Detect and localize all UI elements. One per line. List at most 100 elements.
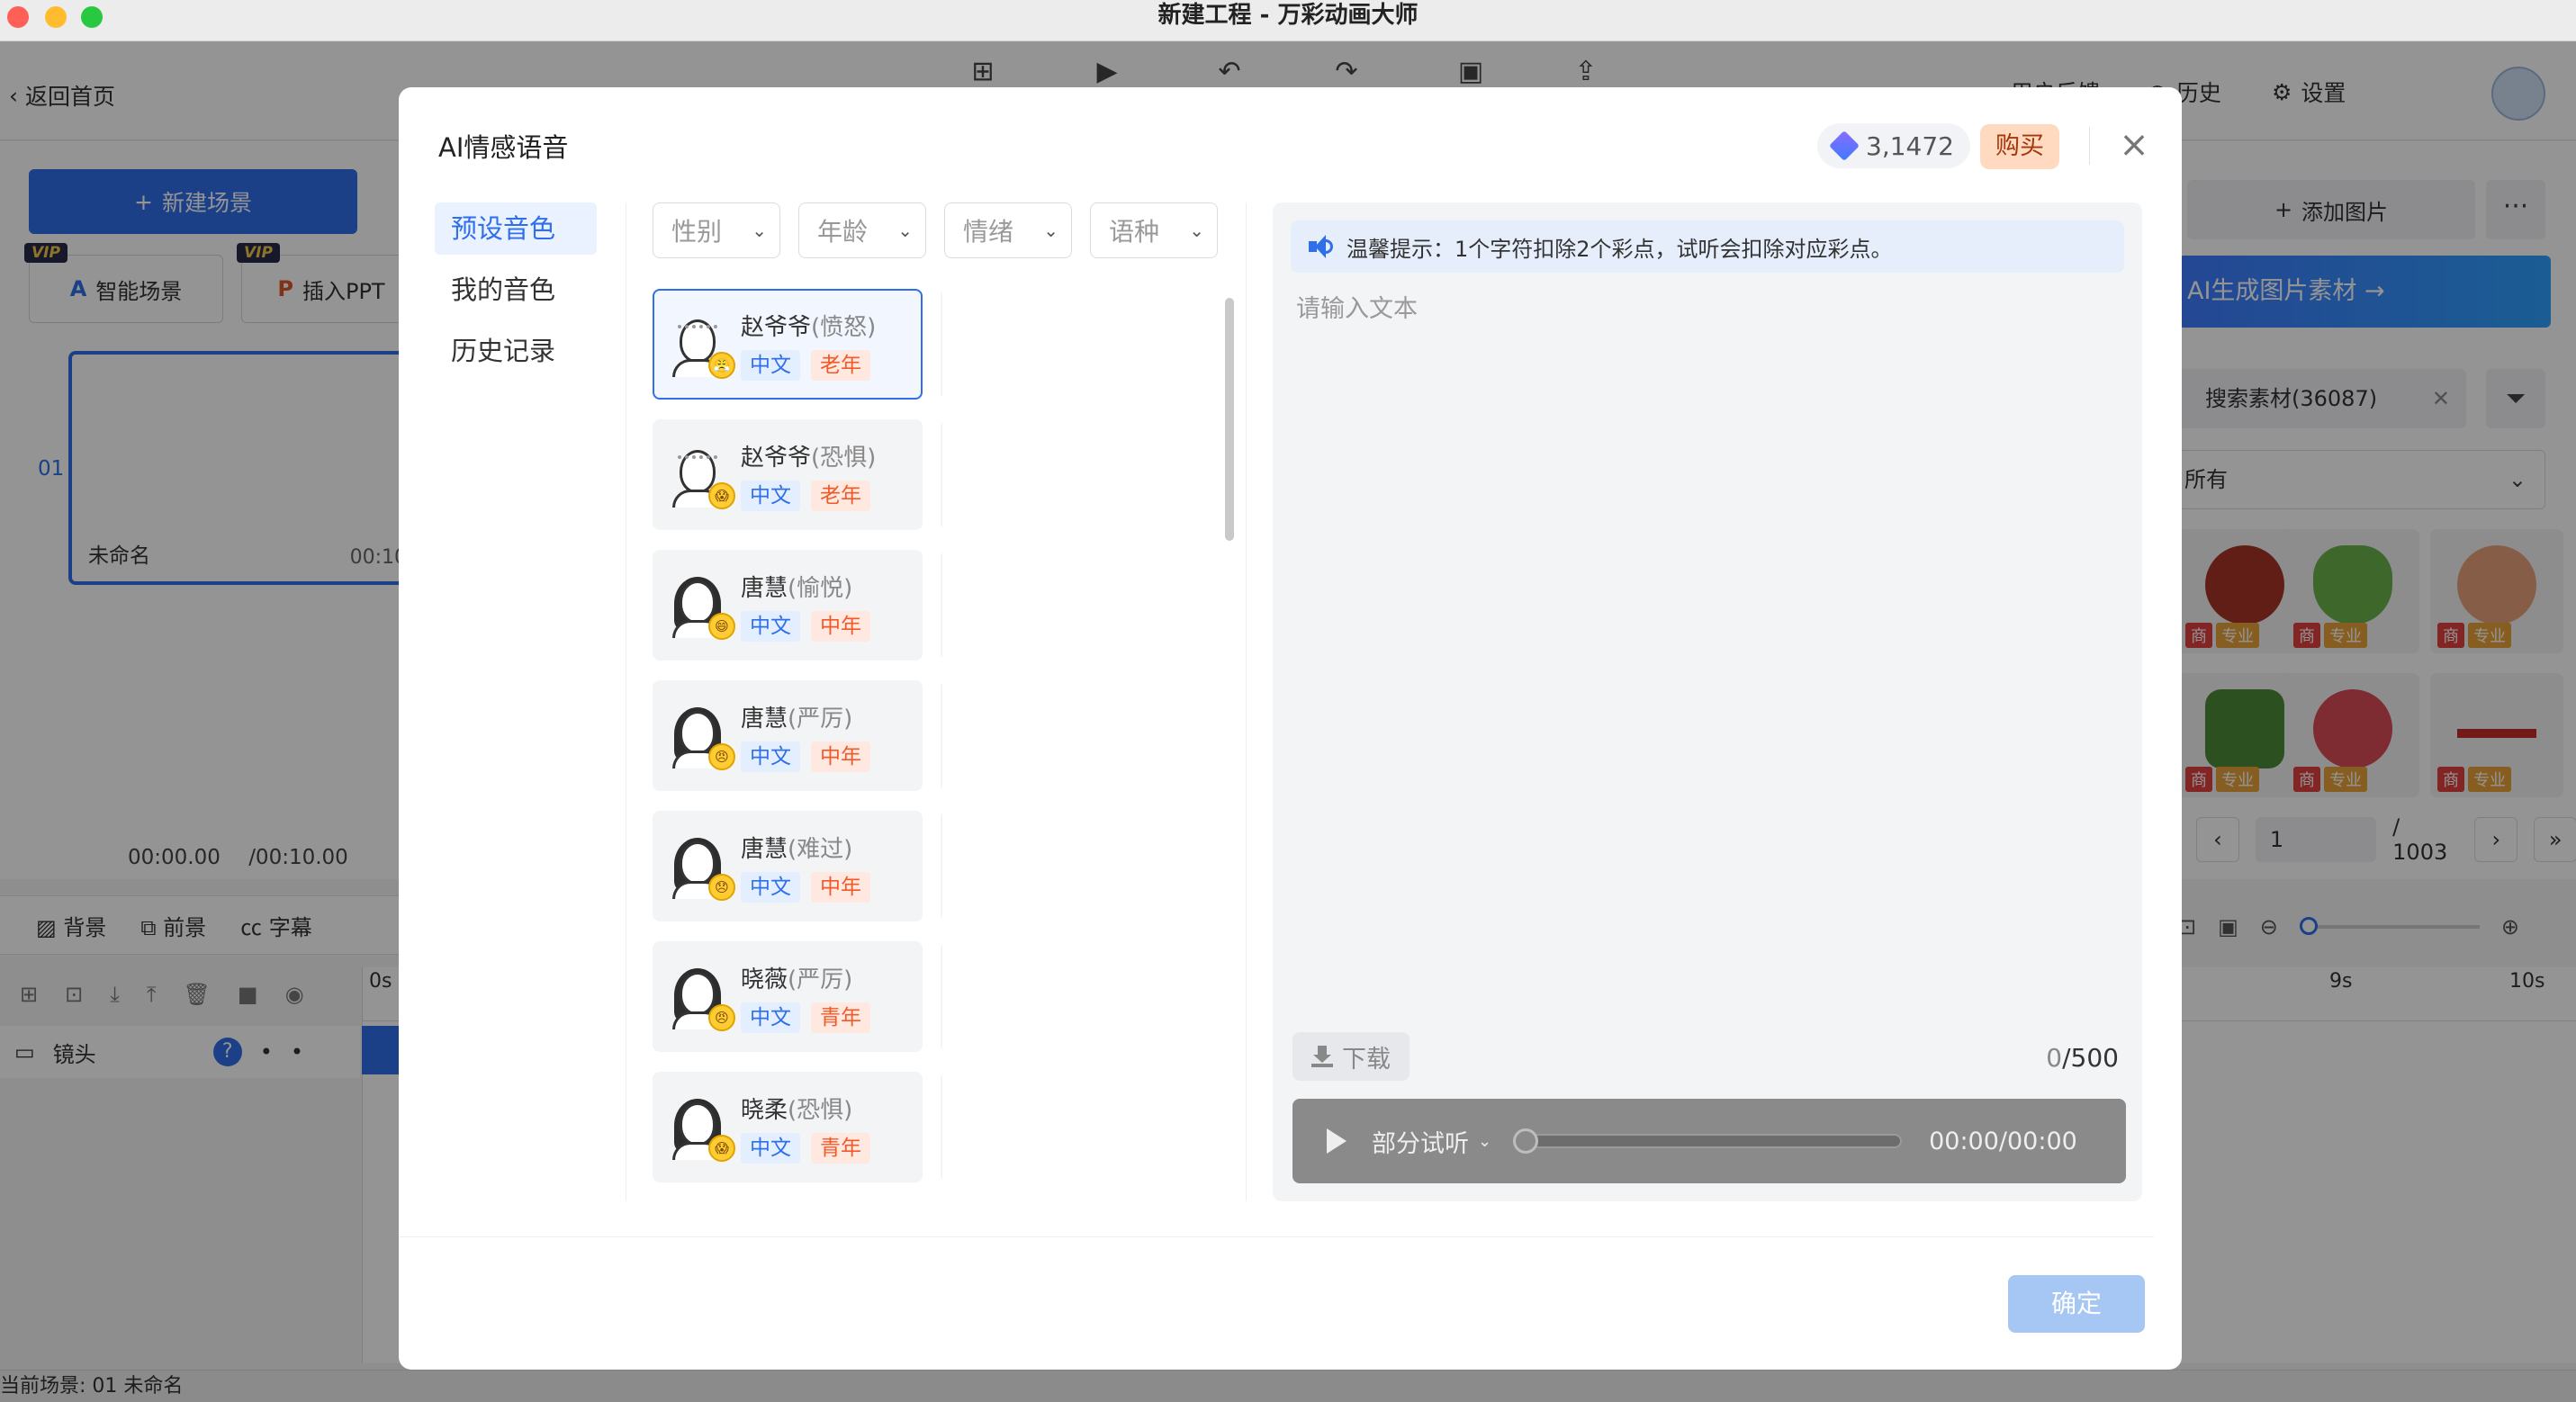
chevron-down-icon: ⌄ xyxy=(752,220,767,241)
voice-card[interactable]: 😄 唐慧(愉悦) 中文 中年 xyxy=(653,550,923,661)
age-tag: 青年 xyxy=(811,1133,870,1164)
filter-emotion-label: 情绪 xyxy=(963,217,1014,247)
confirm-button[interactable]: 确定 xyxy=(2008,1275,2145,1333)
voice-card[interactable]: 😠 晓薇(严厉) 中文 青年 xyxy=(653,941,923,1052)
voice-name: 唐慧(严厉) xyxy=(741,700,852,733)
char-counter: 0/500 xyxy=(2046,1043,2119,1073)
voice-emotion-text: (严厉) xyxy=(788,705,853,732)
age-tag: 老年 xyxy=(811,350,870,381)
chevron-down-icon: ⌄ xyxy=(1478,1131,1492,1151)
girl-stern-avatar: 😠 xyxy=(671,968,735,1031)
preview-player: 部分试听 ⌄ 00:00/00:00 xyxy=(1293,1099,2126,1183)
buy-button[interactable]: 购买 xyxy=(1980,124,2059,169)
ai-voice-dialog: AI情感语音 3,1472 购买 × 预设音色 我的音色 历史记录 性别 ⌄ 年龄… xyxy=(399,87,2182,1370)
voice-card[interactable]: 😊唐慧(温柔)中文中年 xyxy=(941,811,942,921)
chevron-down-icon: ⌄ xyxy=(1043,220,1058,241)
divider xyxy=(2089,127,2090,165)
voice-card[interactable]: 😕赵爷爷(厌恶)中文老年 xyxy=(941,289,942,400)
voice-card[interactable]: 😠 唐慧(严厉) 中文 中年 xyxy=(653,680,923,791)
filter-age-label: 年龄 xyxy=(817,217,869,247)
voice-text-input[interactable] xyxy=(1296,289,2106,919)
emotion-emoji-icon: 😠 xyxy=(708,743,735,770)
age-tag: 青年 xyxy=(811,1002,870,1033)
voice-card[interactable]: 😤唐慧(愤怒)中文中年 xyxy=(941,680,942,791)
filter-emotion[interactable]: 情绪 ⌄ xyxy=(944,202,1072,258)
age-tag: 中年 xyxy=(811,872,870,903)
girl-fear-avatar: 😱 xyxy=(671,1099,735,1162)
voice-name-text: 赵爷爷 xyxy=(741,445,812,472)
voice-name-text: 晓薇 xyxy=(741,966,788,993)
language-tag: 中文 xyxy=(741,741,800,772)
voice-tags: 中文 中年 xyxy=(741,611,870,642)
voice-card[interactable]: 😄晓薇(愉悦)中文青年 xyxy=(941,1072,942,1182)
emotion-emoji-icon: 😤 xyxy=(708,352,735,379)
voice-source-nav: 预设音色 我的音色 历史记录 xyxy=(435,202,597,386)
language-tag: 中文 xyxy=(741,611,800,642)
download-button[interactable]: 下载 xyxy=(1293,1032,1410,1081)
woman-happy-avatar: 😄 xyxy=(671,577,735,640)
filter-gender-label: 性别 xyxy=(671,217,723,247)
voice-name-text: 唐慧 xyxy=(741,705,788,732)
playback-time: 00:00/00:00 xyxy=(1929,1127,2077,1155)
credits-value: 3,1472 xyxy=(1866,130,1954,161)
nav-my-voices[interactable]: 我的音色 xyxy=(435,264,597,316)
woman-sad-avatar: 😞 xyxy=(671,838,735,901)
voice-card[interactable]: 😱 晓柔(恐惧) 中文 青年 xyxy=(653,1072,923,1182)
chevron-down-icon: ⌄ xyxy=(1189,220,1204,241)
divider xyxy=(1246,202,1247,1201)
play-icon[interactable] xyxy=(1327,1128,1347,1154)
nav-history[interactable]: 历史记录 xyxy=(435,325,597,377)
voice-name-text: 唐慧 xyxy=(741,836,788,863)
voice-name-text: 赵爷爷 xyxy=(741,314,812,341)
tip-text: 温馨提示：1个字符扣除2个彩点，试听会扣除对应彩点。 xyxy=(1347,236,1893,262)
voice-emotion-text: (难过) xyxy=(788,836,853,863)
filter-age[interactable]: 年龄 ⌄ xyxy=(798,202,926,258)
download-icon xyxy=(1311,1046,1333,1067)
speaker-icon xyxy=(1309,235,1334,258)
voice-grid: 😤赵爷爷(愤怒)中文老年😕赵爷爷(厌恶)中文老年😱赵爷爷(恐惧)中文老年😠赵爷爷… xyxy=(653,289,942,1182)
voice-tags: 中文 中年 xyxy=(741,741,870,772)
old-man-fear-avatar: 😱 xyxy=(671,450,735,509)
voice-card[interactable]: 😤 赵爷爷(愤怒) 中文 老年 xyxy=(653,289,923,400)
close-icon[interactable]: × xyxy=(2113,125,2155,166)
voice-name: 晓薇(严厉) xyxy=(741,961,852,994)
voice-card[interactable]: 😱 赵爷爷(恐惧) 中文 老年 xyxy=(653,419,923,530)
playback-progress[interactable] xyxy=(1513,1128,1903,1154)
emotion-emoji-icon: 😄 xyxy=(708,613,735,640)
partial-preview-select[interactable]: 部分试听 ⌄ xyxy=(1372,1124,1491,1159)
voice-emotion-text: (严厉) xyxy=(788,966,853,993)
voice-name: 晓柔(恐惧) xyxy=(741,1092,852,1125)
voice-name-text: 晓柔 xyxy=(741,1097,788,1124)
diamond-icon xyxy=(1829,130,1860,161)
old-man-angry-avatar: 😤 xyxy=(671,319,735,379)
filter-language-label: 语种 xyxy=(1109,217,1160,247)
partial-preview-label: 部分试听 xyxy=(1372,1129,1469,1158)
age-tag: 中年 xyxy=(811,611,870,642)
voice-list[interactable]: 😤赵爷爷(愤怒)中文老年😕赵爷爷(厌恶)中文老年😱赵爷爷(恐惧)中文老年😠赵爷爷… xyxy=(653,289,942,1201)
chevron-down-icon: ⌄ xyxy=(897,220,913,241)
nav-preset-voices[interactable]: 预设音色 xyxy=(435,202,597,255)
voice-name: 唐慧(难过) xyxy=(741,831,852,864)
language-tag: 中文 xyxy=(741,872,800,903)
voice-card[interactable]: 😠赵爷爷(严厉)中文老年 xyxy=(941,419,942,530)
voice-card[interactable]: 😞 唐慧(难过) 中文 中年 xyxy=(653,811,923,921)
playback-knob[interactable] xyxy=(1513,1128,1539,1154)
voice-filters: 性别 ⌄ 年龄 ⌄ 情绪 ⌄ 语种 ⌄ xyxy=(653,202,1218,258)
voice-list-scrollbar[interactable] xyxy=(1225,298,1234,541)
emotion-emoji-icon: 😱 xyxy=(708,1135,735,1162)
filter-language[interactable]: 语种 ⌄ xyxy=(1090,202,1218,258)
language-tag: 中文 xyxy=(741,1133,800,1164)
voice-emotion-text: (愉悦) xyxy=(788,575,853,602)
download-label: 下载 xyxy=(1342,1045,1391,1074)
voice-tags: 中文 中年 xyxy=(741,872,870,903)
voice-card[interactable]: 😣晓薇(不满)中文青年 xyxy=(941,941,942,1052)
tip-banner: 温馨提示：1个字符扣除2个彩点，试听会扣除对应彩点。 xyxy=(1291,220,2124,273)
voice-tags: 中文 青年 xyxy=(741,1002,870,1033)
voice-card[interactable]: 😬唐慧(紧张)中文中年 xyxy=(941,550,942,661)
voice-emotion-text: (愤怒) xyxy=(811,314,877,341)
credits-balance: 3,1472 xyxy=(1817,123,1970,168)
emotion-emoji-icon: 😠 xyxy=(708,1004,735,1031)
voice-name: 赵爷爷(恐惧) xyxy=(741,439,876,472)
filter-gender[interactable]: 性别 ⌄ xyxy=(653,202,780,258)
char-count-current: 0 xyxy=(2046,1043,2063,1073)
